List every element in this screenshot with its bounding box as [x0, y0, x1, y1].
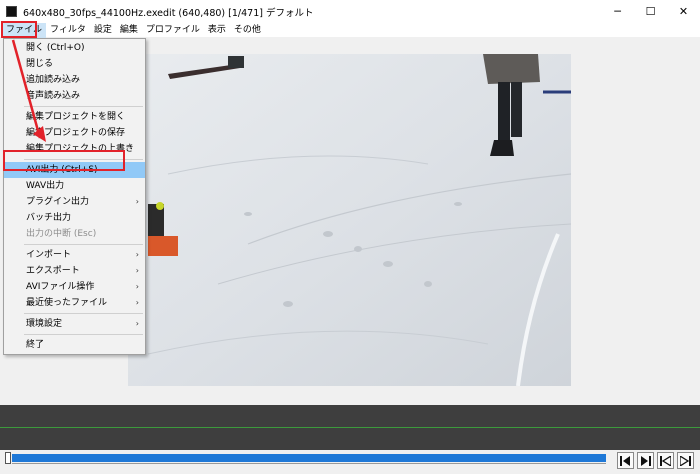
file-menu-item-label: 編集プロジェクトの保存 [26, 128, 126, 138]
menu-separator [24, 334, 143, 335]
file-menu-item-label: 出力の中断 (Esc) [26, 229, 97, 239]
file-menu-item[interactable]: バッチ出力 [4, 210, 145, 226]
file-menu-item: 出力の中断 (Esc) [4, 226, 145, 242]
annotation-box-file-menu [1, 21, 37, 38]
playback-controls [0, 450, 700, 474]
menu-filter[interactable]: フィルタ [46, 23, 90, 38]
menu-bar: ファイル フィルタ 設定 編集 プロファイル 表示 その他 [0, 22, 700, 38]
snow-scene-image [128, 54, 571, 386]
annotation-box-avi-output [3, 150, 125, 171]
go-start-icon[interactable] [657, 452, 674, 469]
title-bar: 640x480_30fps_44100Hz.exedit (640,480) [… [0, 0, 700, 23]
file-menu-item[interactable]: AVIファイル操作 › [4, 279, 145, 295]
file-menu-item-label: 開く (Ctrl+O) [26, 43, 85, 53]
chevron-right-icon: › [135, 298, 139, 307]
file-menu-item-label: バッチ出力 [26, 213, 72, 223]
maximize-button[interactable]: ☐ [634, 0, 667, 23]
menu-other[interactable]: その他 [230, 23, 265, 38]
file-menu-item-label: 音声読み込み [26, 91, 81, 101]
file-menu-item[interactable]: 環境設定 › [4, 316, 145, 332]
frame-forward-icon[interactable] [637, 452, 654, 469]
chevron-right-icon: › [135, 282, 139, 291]
seek-ticks [12, 463, 606, 468]
go-end-icon[interactable] [677, 452, 694, 469]
frame-buttons [617, 452, 694, 469]
video-preview [128, 54, 571, 386]
menu-settings[interactable]: 設定 [90, 23, 116, 38]
window-controls: ─ ☐ ✕ [601, 0, 700, 23]
seek-bar[interactable] [12, 454, 606, 462]
chevron-right-icon: › [135, 266, 139, 275]
menu-view[interactable]: 表示 [204, 23, 230, 38]
frame-back-icon[interactable] [617, 452, 634, 469]
menu-separator [24, 244, 143, 245]
file-menu-item[interactable]: 編集プロジェクトを開く [4, 109, 145, 125]
file-menu-item[interactable]: 最近使ったファイル › [4, 295, 145, 311]
file-menu-item[interactable]: 音声読み込み [4, 88, 145, 104]
seek-handle[interactable] [5, 452, 11, 464]
file-menu-item[interactable]: エクスポート › [4, 263, 145, 279]
menu-separator [24, 106, 143, 107]
file-menu-item[interactable]: 開く (Ctrl+O) [4, 40, 145, 56]
file-menu-item[interactable]: 閉じる [4, 56, 145, 72]
timeline[interactable] [0, 405, 700, 450]
file-menu-item-label: AVIファイル操作 [26, 282, 95, 292]
menu-profile[interactable]: プロファイル [142, 23, 204, 38]
file-menu-item[interactable]: WAV出力 [4, 178, 145, 194]
file-menu-item-label: インポート [26, 250, 72, 260]
app-icon [6, 6, 17, 17]
minimize-button[interactable]: ─ [601, 0, 634, 23]
file-menu-item-label: 追加読み込み [26, 75, 81, 85]
menu-edit[interactable]: 編集 [116, 23, 142, 38]
file-menu-item[interactable]: 終了 [4, 337, 145, 353]
file-menu-item-label: エクスポート [26, 266, 80, 276]
window-title: 640x480_30fps_44100Hz.exedit (640,480) [… [23, 7, 314, 19]
chevron-right-icon: › [135, 319, 139, 328]
file-menu-item[interactable]: インポート › [4, 247, 145, 263]
chevron-right-icon: › [135, 250, 139, 259]
chevron-right-icon: › [135, 197, 139, 206]
timeline-track-line [0, 427, 700, 428]
menu-separator [24, 313, 143, 314]
file-menu-item-label: 環境設定 [26, 319, 63, 329]
close-button[interactable]: ✕ [667, 0, 700, 23]
file-menu-item-label: 編集プロジェクトを開く [26, 112, 126, 122]
file-menu-item-label: WAV出力 [26, 181, 65, 191]
file-menu-item-label: 閉じる [26, 59, 54, 69]
file-menu-item-label: 最近使ったファイル [26, 298, 108, 308]
file-menu-item[interactable]: 編集プロジェクトの保存 [4, 125, 145, 141]
file-menu-item-label: 終了 [26, 340, 45, 350]
file-menu-item-label: プラグイン出力 [26, 197, 90, 207]
file-menu-item[interactable]: 追加読み込み [4, 72, 145, 88]
file-menu-item[interactable]: プラグイン出力 › [4, 194, 145, 210]
file-menu: 開く (Ctrl+O) 閉じる追加読み込み 音声読み込み編集プロジェクトを開く 編集プ… [3, 38, 146, 355]
